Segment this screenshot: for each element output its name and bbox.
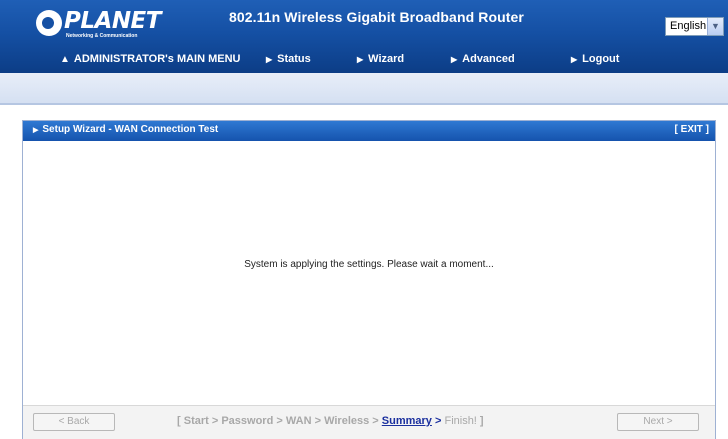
status-message: System is applying the settings. Please …	[244, 259, 494, 270]
wizard-footer: < Back [ Start > Password > WAN > Wirele…	[23, 405, 715, 439]
planet-logo: PLANET Networking & Communication	[36, 8, 161, 40]
nav-item-label: Advanced	[462, 53, 515, 65]
main-nav: ▲ ADMINISTRATOR's MAIN MENU ▶ Status ▶ Wiza…	[0, 48, 728, 73]
product-title: 802.11n Wireless Gigabit Broadband Route…	[229, 9, 524, 25]
arrow-right-icon: ▶	[451, 55, 458, 64]
nav-item-label: ADMINISTRATOR's MAIN MENU	[73, 53, 241, 65]
step-sep: >	[311, 415, 325, 427]
step-wan: WAN	[285, 415, 312, 427]
nav-item-label: Logout	[582, 53, 620, 65]
step-sep: >	[369, 415, 382, 427]
back-button[interactable]: < Back	[33, 413, 115, 431]
next-button[interactable]: Next >	[617, 413, 699, 431]
panel-title: ▶ Setup Wizard - WAN Connection Test	[33, 124, 218, 135]
person-icon: ▲	[60, 54, 70, 65]
arrow-right-icon: ▶	[266, 55, 273, 64]
panel-header: ▶ Setup Wizard - WAN Connection Test [ EX…	[23, 121, 715, 141]
step-sep: >	[208, 415, 222, 427]
step-start: Start	[183, 415, 209, 427]
steps-open: [	[177, 415, 184, 427]
arrow-right-icon: ▶	[571, 55, 578, 64]
language-select-value: English	[670, 20, 707, 32]
top-header: PLANET Networking & Communication 802.11…	[0, 0, 728, 73]
language-select[interactable]: English ▼	[665, 17, 724, 36]
logo-ball-icon	[36, 10, 62, 36]
panel-title-text: Setup Wizard - WAN Connection Test	[42, 124, 219, 135]
nav-item-logout[interactable]: ▶ Logout	[571, 53, 619, 65]
arrow-right-icon: ▶	[357, 55, 364, 64]
sub-bar	[0, 73, 728, 105]
nav-item-status[interactable]: ▶ Status	[266, 53, 311, 65]
step-password: Password	[221, 415, 274, 427]
arrow-right-icon: ▶	[33, 127, 39, 134]
wizard-panel: ▶ Setup Wizard - WAN Connection Test [ EX…	[22, 120, 716, 439]
exit-link[interactable]: [ EXIT ]	[675, 124, 709, 135]
nav-item-label: Wizard	[368, 53, 405, 65]
steps-close: ]	[476, 415, 484, 427]
step-summary-current: Summary	[381, 415, 432, 427]
step-finish: Finish!	[444, 415, 477, 427]
wizard-steps: [ Start > Password > WAN > Wireless > Su…	[177, 415, 484, 427]
step-sep: >	[273, 415, 286, 427]
logo-tagline: Networking & Communication	[66, 33, 138, 39]
logo-wordmark: PLANET	[64, 8, 161, 34]
nav-item-main-menu[interactable]: ▲ ADMINISTRATOR's MAIN MENU	[60, 53, 241, 65]
nav-item-advanced[interactable]: ▶ Advanced	[451, 53, 515, 65]
step-sep-current: >	[431, 415, 445, 427]
chevron-down-icon[interactable]: ▼	[707, 18, 723, 35]
nav-item-label: Status	[277, 53, 311, 65]
step-wireless: Wireless	[324, 415, 370, 427]
nav-item-wizard[interactable]: ▶ Wizard	[357, 53, 404, 65]
